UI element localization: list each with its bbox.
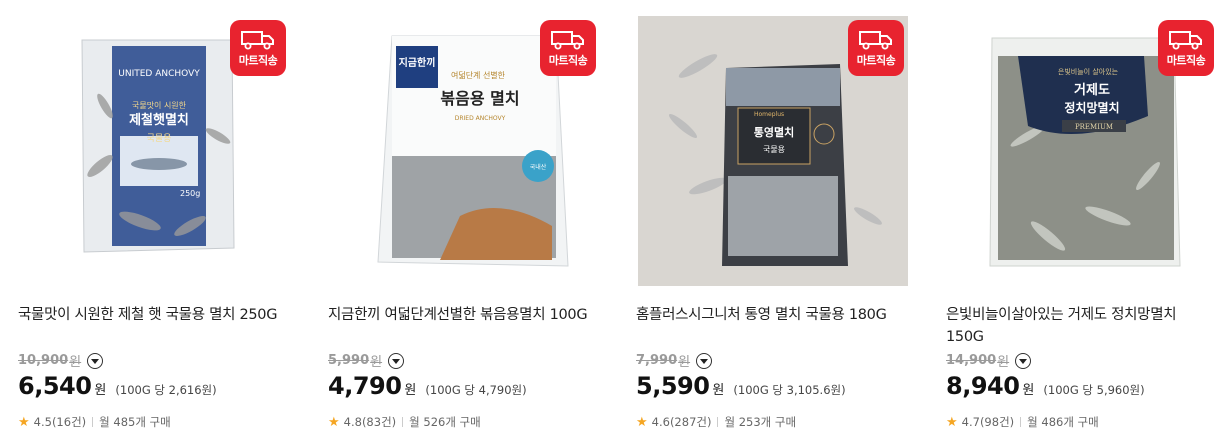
- unit-price: (100G 당 2,616원): [115, 383, 217, 397]
- sale-price-value: 8,940: [946, 372, 1020, 400]
- unit-price: (100G 당 3,105.6원): [733, 383, 846, 397]
- mart-delivery-badge: 마트직송: [1158, 20, 1214, 76]
- badge-label: 마트직송: [238, 53, 278, 67]
- mart-delivery-badge: 마트직송: [848, 20, 904, 76]
- badge-label: 마트직송: [856, 53, 896, 67]
- truck-icon: [551, 30, 584, 49]
- product-title[interactable]: 지금한끼 여덟단계선별한 볶음용멸치 100G: [328, 304, 593, 326]
- sale-price: 5,590 원 (100G 당 3,105.6원): [636, 372, 846, 400]
- sale-price-value: 4,790: [328, 372, 402, 400]
- unit-price: (100G 당 4,790원): [425, 383, 527, 397]
- product-card[interactable]: Homeplus 통영멸치 국물용 마트직송 홈플러스시그니처 통영 멸치 국물…: [618, 0, 908, 443]
- original-price: 7,990 원: [636, 351, 713, 370]
- monthly-sales: 월 485개 구매: [99, 415, 171, 429]
- svg-text:정치망멸치: 정치망멸치: [1064, 100, 1119, 115]
- svg-text:제철햇멸치: 제철햇멸치: [129, 112, 189, 128]
- truck-icon: [859, 30, 892, 49]
- divider: [402, 417, 404, 427]
- divider: [92, 417, 94, 427]
- original-price-unit: 원: [69, 355, 82, 370]
- original-price-value: 10,900: [18, 353, 69, 368]
- sale-price-unit: 원: [1022, 383, 1035, 398]
- sale-price: 8,940 원 (100G 당 5,960원): [946, 372, 1145, 400]
- product-card[interactable]: 은빛비늘이 살아있는 거제도 정치망멸치 PREMIUM 마트직송 은빛비늘이살…: [928, 0, 1218, 443]
- svg-text:Homeplus: Homeplus: [754, 111, 784, 118]
- truck-icon: [241, 30, 274, 49]
- original-price-unit: 원: [997, 355, 1010, 370]
- divider: [1020, 417, 1022, 427]
- sale-price-unit: 원: [712, 383, 725, 398]
- rating-row: ★ 4.8(83건) 월 526개 구매: [328, 414, 481, 430]
- mart-delivery-badge: 마트직송: [230, 20, 286, 76]
- svg-text:볶음용 멸치: 볶음용 멸치: [440, 89, 519, 108]
- monthly-sales: 월 486개 구매: [1027, 415, 1099, 429]
- sale-price: 4,790 원 (100G 당 4,790원): [328, 372, 527, 400]
- sale-price-value: 5,590: [636, 372, 710, 400]
- product-title[interactable]: 홈플러스시그니처 통영 멸치 국물용 180G: [636, 304, 901, 326]
- mart-delivery-badge: 마트직송: [540, 20, 596, 76]
- product-image[interactable]: 은빛비늘이 살아있는 거제도 정치망멸치 PREMIUM 마트직송: [948, 16, 1218, 286]
- star-icon: ★: [328, 414, 340, 430]
- monthly-sales: 월 253개 구매: [724, 415, 797, 429]
- svg-text:은빛비늘이 살아있는: 은빛비늘이 살아있는: [1058, 67, 1119, 76]
- svg-text:국물용: 국물용: [763, 145, 785, 154]
- badge-label: 마트직송: [548, 53, 588, 67]
- price-info-dropdown-icon[interactable]: [87, 352, 104, 369]
- product-card[interactable]: UNITED ANCHOVY 국물맛이 시원한 제철햇멸치 국물용 250g 마…: [0, 0, 290, 443]
- svg-text:통영멸치: 통영멸치: [754, 125, 794, 139]
- original-price-unit: 원: [370, 355, 383, 370]
- svg-text:지금한끼: 지금한끼: [399, 56, 436, 69]
- product-title[interactable]: 국물맛이 시원한 제철 햇 국물용 멸치 250G: [18, 304, 283, 326]
- original-price-value: 14,900: [946, 353, 997, 368]
- svg-text:국내산: 국내산: [530, 163, 547, 171]
- svg-text:거제도: 거제도: [1074, 83, 1110, 98]
- rating-value: 4.7(98건): [961, 415, 1015, 429]
- svg-text:PREMIUM: PREMIUM: [1075, 123, 1113, 131]
- product-image[interactable]: 지금한끼 여덟단계 선별한 볶음용 멸치 DRIED ANCHOVY 국내산 마…: [330, 16, 600, 286]
- original-price: 5,990 원: [328, 351, 405, 370]
- sale-price: 6,540 원 (100G 당 2,616원): [18, 372, 217, 400]
- svg-text:여덟단계 선별한: 여덟단계 선별한: [451, 70, 506, 80]
- rating-row: ★ 4.7(98건) 월 486개 구매: [946, 414, 1099, 430]
- svg-text:250g: 250g: [180, 189, 200, 198]
- svg-text:DRIED ANCHOVY: DRIED ANCHOVY: [455, 115, 506, 122]
- rating-row: ★ 4.5(16건) 월 485개 구매: [18, 414, 171, 430]
- price-info-dropdown-icon[interactable]: [388, 352, 405, 369]
- unit-price: (100G 당 5,960원): [1043, 383, 1145, 397]
- product-image[interactable]: UNITED ANCHOVY 국물맛이 시원한 제철햇멸치 국물용 250g 마…: [20, 16, 290, 286]
- original-price: 14,900 원: [946, 351, 1032, 370]
- price-info-dropdown-icon[interactable]: [1015, 352, 1032, 369]
- sale-price-unit: 원: [404, 383, 417, 398]
- truck-icon: [1169, 30, 1202, 49]
- price-info-dropdown-icon[interactable]: [696, 352, 713, 369]
- original-price-value: 5,990: [328, 353, 370, 368]
- product-card[interactable]: 지금한끼 여덟단계 선별한 볶음용 멸치 DRIED ANCHOVY 국내산 마…: [310, 0, 600, 443]
- star-icon: ★: [18, 414, 30, 430]
- star-icon: ★: [636, 414, 648, 430]
- product-title[interactable]: 은빛비늘이살아있는 거제도 정치망멸치 150G: [946, 304, 1211, 348]
- svg-text:국물맛이 시원한: 국물맛이 시원한: [132, 100, 187, 110]
- badge-label: 마트직송: [1166, 53, 1206, 67]
- svg-text:국물용: 국물용: [147, 133, 172, 144]
- star-icon: ★: [946, 414, 958, 430]
- rating-row: ★ 4.6(287건) 월 253개 구매: [636, 414, 796, 430]
- sale-price-value: 6,540: [18, 372, 92, 400]
- svg-text:UNITED ANCHOVY: UNITED ANCHOVY: [118, 69, 200, 79]
- divider: [717, 417, 719, 427]
- sale-price-unit: 원: [94, 383, 107, 398]
- original-price-value: 7,990: [636, 353, 678, 368]
- rating-value: 4.8(83건): [343, 415, 397, 429]
- rating-value: 4.6(287건): [651, 415, 712, 429]
- product-image[interactable]: Homeplus 통영멸치 국물용 마트직송: [638, 16, 908, 286]
- rating-value: 4.5(16건): [33, 415, 87, 429]
- original-price-unit: 원: [678, 355, 691, 370]
- monthly-sales: 월 526개 구매: [409, 415, 481, 429]
- original-price: 10,900 원: [18, 351, 104, 370]
